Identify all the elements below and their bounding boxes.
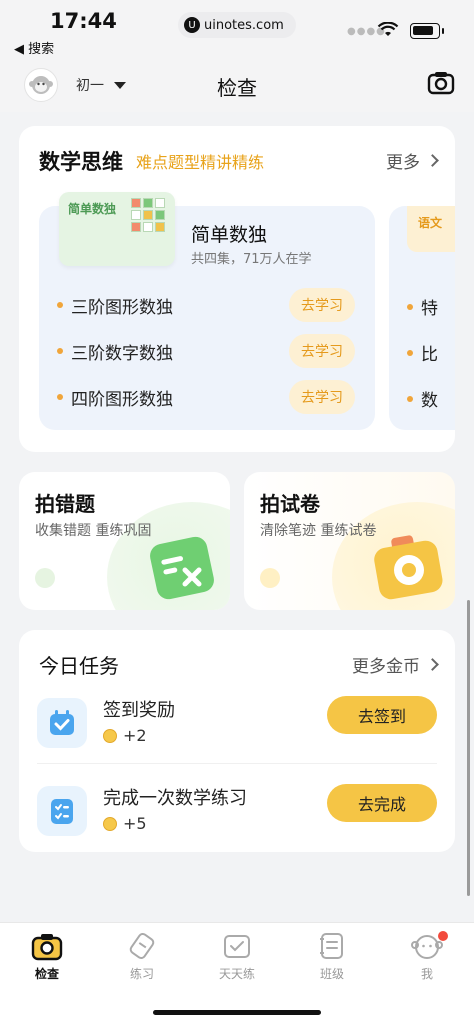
tab-check[interactable]: 检查 bbox=[12, 931, 82, 985]
scan-test-paper-card[interactable]: 拍试卷 清除笔迹 重练试卷 bbox=[244, 472, 455, 610]
battery-tip bbox=[442, 28, 444, 34]
coin-icon bbox=[103, 816, 117, 831]
tab-me[interactable]: 我 bbox=[392, 931, 462, 985]
feature-subtitle: 收集错题 重练巩固 bbox=[35, 523, 152, 539]
camera-icon bbox=[374, 535, 443, 600]
lesson-item[interactable]: 三阶图形数独 去学习 bbox=[57, 288, 357, 322]
more-label: 更多 bbox=[386, 153, 420, 173]
thumbnail-label: 语文 bbox=[418, 216, 443, 230]
go-learn-button[interactable]: 去学习 bbox=[289, 288, 355, 322]
course-card-next[interactable]: 语文 特 比 数 bbox=[389, 206, 455, 430]
more-link[interactable]: 更多 bbox=[386, 148, 439, 173]
lesson-name: 特 bbox=[421, 299, 438, 319]
course-meta: 共四集，71万人在学 bbox=[191, 252, 312, 267]
pencil-icon bbox=[129, 932, 155, 960]
bullet-dot bbox=[407, 395, 413, 402]
bullet-dot bbox=[57, 302, 63, 308]
tab-label: 练习 bbox=[129, 967, 154, 981]
home-indicator bbox=[153, 1010, 321, 1015]
lesson-item[interactable]: 四阶图形数独 去学习 bbox=[57, 380, 357, 414]
tab-practice[interactable]: 练习 bbox=[107, 931, 177, 985]
battery-icon bbox=[410, 23, 440, 39]
sudoku-grid-icon bbox=[131, 198, 165, 232]
feature-title: 拍试卷 bbox=[260, 492, 320, 516]
lesson-name: 三阶图形数独 bbox=[71, 297, 173, 318]
reward-amount: +5 bbox=[123, 814, 147, 833]
lesson-name: 四阶图形数独 bbox=[71, 389, 173, 410]
task-name: 完成一次数学练习 bbox=[103, 788, 247, 809]
lesson-item[interactable]: 三阶数字数独 去学习 bbox=[57, 334, 357, 368]
check-in-button[interactable]: 去签到 bbox=[327, 696, 437, 734]
top-header: 初一 检查 bbox=[0, 60, 474, 112]
bullet-dot bbox=[407, 349, 413, 356]
course-thumbnail: 简单数独 bbox=[59, 192, 175, 266]
tab-label: 天天练 bbox=[218, 967, 255, 981]
tab-class[interactable]: 班级 bbox=[297, 931, 367, 985]
more-label: 更多金币 bbox=[352, 657, 420, 677]
course-thumbnail: 语文 bbox=[407, 206, 455, 252]
status-bar: 17:44 ◀ 搜索 U uinotes.com ●●●● bbox=[0, 0, 474, 60]
bullet-dot bbox=[407, 303, 413, 310]
notification-badge bbox=[438, 931, 448, 941]
url-pill[interactable]: U uinotes.com bbox=[178, 12, 296, 38]
task-reward: +2 bbox=[103, 726, 147, 745]
go-learn-button[interactable]: 去学习 bbox=[289, 334, 355, 368]
tab-label: 班级 bbox=[319, 967, 344, 981]
tab-label: 我 bbox=[420, 967, 433, 981]
camera-icon[interactable] bbox=[427, 70, 455, 96]
reward-amount: +2 bbox=[123, 726, 147, 745]
thumbnail-label: 简单数独 bbox=[68, 202, 117, 216]
course-card-sudoku[interactable]: 简单数独 简单数独 共四集，71万人在学 三阶图形数独 去学习 三阶数字数独 去… bbox=[39, 192, 375, 430]
section-title: 数学思维 bbox=[39, 150, 123, 174]
daily-tasks-card: 今日任务 更多金币 签到奖励 +2 去签到 完成一次数学练习 +5 去完成 bbox=[19, 630, 455, 852]
checklist-icon bbox=[37, 786, 87, 836]
class-icon bbox=[320, 933, 343, 959]
back-to-search-link[interactable]: ◀ 搜索 bbox=[14, 38, 54, 57]
tab-daily-practice[interactable]: 天天练 bbox=[202, 931, 272, 985]
wifi-icon bbox=[377, 22, 399, 36]
bullet-dot bbox=[57, 394, 63, 400]
url-text: uinotes.com bbox=[204, 17, 284, 33]
section-title: 今日任务 bbox=[39, 654, 119, 678]
lesson-name: 比 bbox=[421, 345, 438, 365]
lesson-item[interactable]: 比 bbox=[407, 340, 438, 365]
go-learn-button[interactable]: 去学习 bbox=[289, 380, 355, 414]
scan-wrong-questions-card[interactable]: 拍错题 收集错题 重练巩固 bbox=[19, 472, 230, 610]
tab-label: 检查 bbox=[34, 967, 59, 981]
chevron-right-icon bbox=[426, 154, 439, 167]
wrong-question-icon bbox=[150, 536, 214, 600]
section-subtitle: 难点题型精讲精练 bbox=[136, 153, 265, 172]
feature-subtitle: 清除笔迹 重练试卷 bbox=[260, 523, 377, 539]
camera-icon bbox=[31, 934, 63, 961]
daily-check-icon bbox=[224, 935, 250, 958]
lesson-name: 三阶数字数独 bbox=[71, 343, 173, 364]
site-logo-icon: U bbox=[184, 17, 200, 33]
calendar-check-icon bbox=[37, 698, 87, 748]
coin-icon bbox=[103, 728, 117, 743]
decor-dot bbox=[35, 568, 55, 588]
course-name: 简单数独 bbox=[191, 224, 268, 246]
lesson-item[interactable]: 数 bbox=[407, 386, 438, 411]
bullet-dot bbox=[57, 348, 63, 354]
task-reward: +5 bbox=[103, 814, 147, 833]
feature-title: 拍错题 bbox=[35, 492, 95, 516]
task-row: 完成一次数学练习 +5 去完成 bbox=[37, 780, 437, 840]
page-title: 检查 bbox=[217, 76, 257, 100]
more-coins-link[interactable]: 更多金币 bbox=[352, 652, 439, 677]
complete-button[interactable]: 去完成 bbox=[327, 784, 437, 822]
task-row: 签到奖励 +2 去签到 bbox=[37, 692, 437, 752]
lesson-name: 数 bbox=[421, 391, 438, 411]
math-thinking-card: 数学思维 难点题型精讲精练 更多 简单数独 简单数独 共四集，71万人在学 三阶… bbox=[19, 126, 455, 452]
task-name: 签到奖励 bbox=[103, 700, 175, 721]
lesson-item[interactable]: 特 bbox=[407, 294, 438, 319]
decor-dot bbox=[260, 568, 280, 588]
chevron-right-icon bbox=[426, 658, 439, 671]
divider bbox=[37, 763, 437, 764]
scrollbar[interactable] bbox=[467, 600, 470, 896]
status-time: 17:44 bbox=[50, 9, 117, 33]
